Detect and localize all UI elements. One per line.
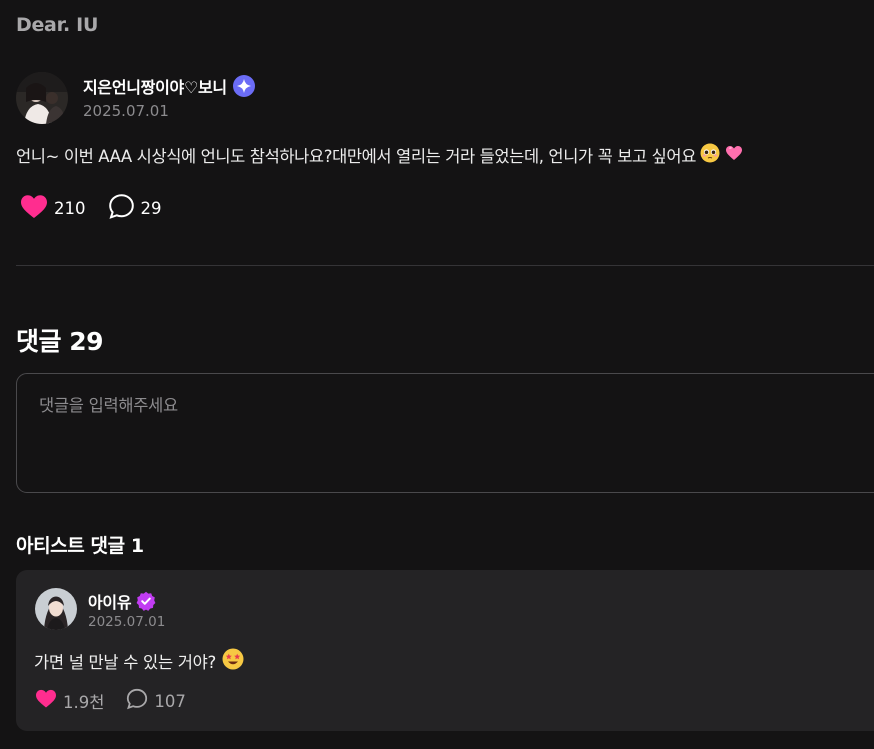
post-stats: 210 29 — [20, 193, 184, 224]
star-badge-icon — [232, 75, 255, 97]
post-date: 2025.07.01 — [83, 102, 169, 120]
comments-heading: 댓글 29 — [16, 327, 104, 356]
pleading-face-emoji-icon — [700, 143, 720, 167]
artist-comment-card[interactable]: 아이유 2025.07.01 가면 널 만날 수 있는 거야? 1.9천 107 — [16, 570, 874, 731]
post-content: 언니~ 이번 AAA 시상식에 언니도 참석하나요?대만에서 열리는 거라 들었… — [16, 143, 744, 167]
post-author-avatar[interactable] — [16, 72, 68, 124]
comment-bubble-icon — [126, 688, 148, 714]
community-title[interactable]: Dear. IU — [16, 14, 98, 36]
pink-heart-emoji-icon — [724, 143, 744, 167]
artist-comment-content: 가면 널 만날 수 있는 거야? — [34, 648, 244, 674]
post-like-count: 210 — [54, 199, 86, 218]
star-struck-emoji-icon — [222, 648, 244, 674]
artist-avatar[interactable] — [35, 588, 77, 630]
artist-comment-reply-count: 107 — [154, 691, 186, 711]
heart-icon — [35, 689, 57, 713]
comment-input[interactable] — [39, 396, 839, 415]
artist-comment-date: 2025.07.01 — [88, 614, 166, 630]
artist-comment-like-count: 1.9천 — [63, 693, 105, 712]
post-comment-count: 29 — [140, 199, 162, 218]
comment-input-box[interactable] — [16, 373, 874, 493]
artist-comment-text: 가면 널 만날 수 있는 거야? — [34, 653, 216, 672]
artist-name[interactable]: 아이유 — [88, 589, 132, 613]
artist-comment-like-button[interactable]: 1.9천 — [35, 689, 104, 713]
comment-bubble-icon — [108, 193, 135, 224]
section-divider — [16, 265, 874, 266]
heart-icon — [20, 194, 48, 224]
verified-check-icon — [136, 591, 156, 611]
post-author-name[interactable]: 지은언니짱이야♡보니 — [83, 74, 227, 98]
post-like-button[interactable]: 210 — [20, 194, 86, 224]
artist-comment-stats: 1.9천 107 — [35, 688, 208, 714]
post-header: 지은언니짱이야♡보니 2025.07.01 — [16, 72, 255, 124]
post-comment-button[interactable]: 29 — [108, 193, 162, 224]
post-text: 언니~ 이번 AAA 시상식에 언니도 참석하나요?대만에서 열리는 거라 들었… — [16, 147, 696, 166]
artist-comment-reply-button[interactable]: 107 — [126, 688, 186, 714]
artist-comments-heading: 아티스트 댓글 1 — [16, 535, 144, 557]
